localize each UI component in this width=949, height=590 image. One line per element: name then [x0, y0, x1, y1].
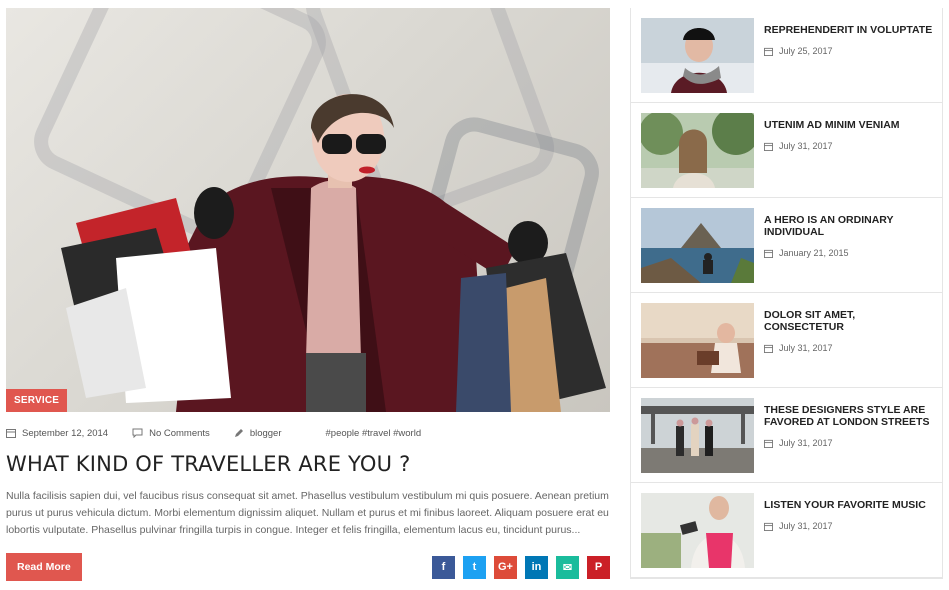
post-tags[interactable]: #people #travel #world: [326, 428, 422, 439]
post-author[interactable]: blogger: [234, 428, 282, 439]
sidebar-post-thumbnail[interactable]: [641, 398, 754, 473]
calendar-icon: [764, 522, 773, 531]
sidebar-post-date: July 31, 2017: [764, 343, 936, 353]
post-tags-text[interactable]: #people #travel #world: [326, 428, 422, 439]
share-buttons: f t G+ in ✉ P: [432, 555, 610, 579]
main-post: SERVICE September 12, 2014 No Comments b…: [6, 8, 610, 581]
sidebar-post-item[interactable]: LISTEN YOUR FAVORITE MUSIC July 31, 2017: [631, 483, 942, 578]
sidebar-post-thumbnail[interactable]: [641, 18, 754, 93]
pinterest-share-button[interactable]: P: [587, 555, 610, 579]
facebook-share-button[interactable]: f: [432, 555, 455, 579]
sidebar-post-date: July 31, 2017: [764, 521, 936, 531]
linkedin-share-button[interactable]: in: [525, 555, 548, 579]
twitter-share-button[interactable]: t: [463, 555, 486, 579]
pencil-icon: [234, 429, 243, 437]
sidebar-post-text: THESE DESIGNERS STYLE ARE FAVORED AT LON…: [764, 398, 936, 482]
post-title[interactable]: WHAT KIND OF TRAVELLER ARE YOU ?: [6, 452, 610, 476]
sidebar-post-thumbnail[interactable]: [641, 208, 754, 283]
sidebar-post-item[interactable]: A HERO IS AN ORDINARY INDIVIDUAL January …: [631, 198, 942, 293]
sidebar-post-text: LISTEN YOUR FAVORITE MUSIC July 31, 2017: [764, 493, 936, 577]
sidebar-post-date-text: January 21, 2015: [779, 248, 849, 258]
pinterest-icon: P: [594, 561, 603, 573]
sidebar-post-item[interactable]: DOLOR SIT AMET, CONSECTETUR July 31, 2017: [631, 293, 942, 388]
sidebar-post-title[interactable]: REPREHENDERIT IN VOLUPTATE: [764, 24, 936, 36]
calendar-icon: [764, 249, 773, 258]
twitter-icon: t: [472, 561, 477, 573]
sidebar-post-thumbnail[interactable]: [641, 303, 754, 378]
recent-posts-sidebar: REPREHENDERIT IN VOLUPTATE July 25, 2017 U…: [630, 8, 943, 579]
sidebar-post-title[interactable]: A HERO IS AN ORDINARY INDIVIDUAL: [764, 214, 936, 238]
sidebar-post-title[interactable]: UTENIM AD MINIM VENIAM: [764, 119, 936, 131]
post-comments[interactable]: No Comments: [132, 428, 210, 439]
post-date: September 12, 2014: [6, 428, 108, 439]
post-comments-text: No Comments: [149, 427, 210, 439]
read-more-button[interactable]: Read More: [6, 553, 82, 581]
calendar-icon: [764, 344, 773, 353]
sidebar-post-title[interactable]: LISTEN YOUR FAVORITE MUSIC: [764, 499, 936, 511]
post-excerpt: Nulla facilisis sapien dui, vel faucibus…: [6, 490, 609, 536]
sidebar-post-date-text: July 31, 2017: [779, 438, 833, 448]
category-badge[interactable]: SERVICE: [6, 389, 68, 412]
calendar-icon: [764, 47, 773, 56]
post-date-text: September 12, 2014: [22, 427, 109, 439]
google-plus-share-button[interactable]: G+: [494, 555, 517, 579]
sidebar-post-title[interactable]: DOLOR SIT AMET, CONSECTETUR: [764, 309, 936, 333]
sidebar-post-date: July 31, 2017: [764, 438, 936, 448]
woman-shopping-image: [61, 94, 606, 412]
sidebar-post-text: REPREHENDERIT IN VOLUPTATE July 25, 2017: [764, 18, 936, 102]
sidebar-post-text: A HERO IS AN ORDINARY INDIVIDUAL January …: [764, 208, 936, 292]
post-actions: Read More f t G+ in ✉ P: [6, 553, 610, 581]
email-share-button[interactable]: ✉: [556, 555, 579, 579]
sidebar-post-text: UTENIM AD MINIM VENIAM July 31, 2017: [764, 113, 936, 197]
sidebar-post-item[interactable]: UTENIM AD MINIM VENIAM July 31, 2017: [631, 103, 942, 198]
sidebar-post-date-text: July 25, 2017: [779, 46, 833, 56]
sidebar-post-title[interactable]: THESE DESIGNERS STYLE ARE FAVORED AT LON…: [764, 404, 936, 428]
sidebar-post-date: July 25, 2017: [764, 46, 936, 56]
sidebar-post-date: July 31, 2017: [764, 141, 936, 151]
sidebar-post-date-text: July 31, 2017: [779, 141, 833, 151]
comment-icon: [132, 428, 143, 438]
calendar-icon: [764, 142, 773, 151]
facebook-icon: f: [441, 561, 446, 573]
sidebar-post-text: DOLOR SIT AMET, CONSECTETUR July 31, 2017: [764, 303, 936, 387]
post-meta: September 12, 2014 No Comments blogger #…: [6, 426, 610, 440]
sidebar-post-thumbnail[interactable]: [641, 493, 754, 568]
sidebar-post-item[interactable]: REPREHENDERIT IN VOLUPTATE July 25, 2017: [631, 8, 942, 103]
sidebar-post-date-text: July 31, 2017: [779, 343, 833, 353]
post-author-text: blogger: [249, 427, 282, 439]
linkedin-icon: in: [531, 561, 542, 573]
sidebar-post-item[interactable]: THESE DESIGNERS STYLE ARE FAVORED AT LON…: [631, 388, 942, 483]
sidebar-post-date-text: July 31, 2017: [779, 521, 833, 531]
google-plus-icon: G+: [498, 561, 513, 573]
calendar-icon: [6, 429, 16, 438]
sidebar-post-date: January 21, 2015: [764, 248, 936, 258]
email-icon: ✉: [562, 561, 573, 574]
sidebar-post-thumbnail[interactable]: [641, 113, 754, 188]
post-featured-image[interactable]: SERVICE: [6, 8, 610, 412]
calendar-icon: [764, 439, 773, 448]
